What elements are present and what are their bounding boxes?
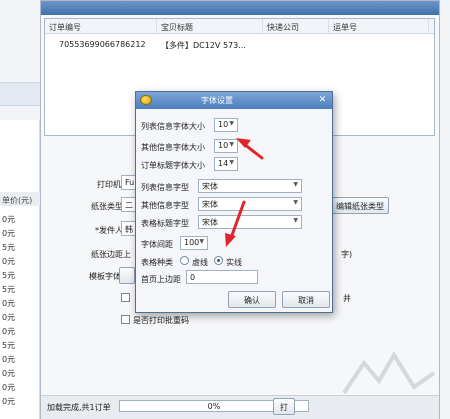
annotation-arrow-up (236, 138, 264, 160)
annotation-arrow-down (225, 200, 246, 247)
watermark-logo (342, 351, 436, 395)
